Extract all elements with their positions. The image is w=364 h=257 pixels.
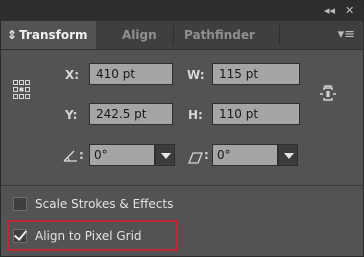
align-pixel-grid-checkbox[interactable] (13, 229, 27, 243)
scale-strokes-label: Scale Strokes & Effects (35, 197, 174, 211)
rotate-input[interactable]: 0° (89, 144, 155, 166)
tab-separator (279, 25, 280, 45)
panel-tab-bar: ⇕ Transform Align Pathfinder ▾≡ (1, 21, 363, 50)
tab-separator (173, 25, 174, 45)
shear-colon: : (204, 148, 209, 162)
rotate-dropdown[interactable]: 0° (89, 144, 175, 166)
scale-strokes-checkbox[interactable] (13, 197, 27, 211)
tab-align-label: Align (122, 28, 157, 42)
x-input[interactable]: 410 pt (89, 63, 173, 85)
close-panel-button[interactable]: ✕ (345, 3, 354, 19)
h-input[interactable]: 110 pt (212, 103, 300, 125)
reference-point-grid-icon[interactable] (13, 79, 31, 101)
w-label: W: (187, 68, 205, 82)
tab-align[interactable]: Align (122, 21, 157, 49)
y-label: Y: (65, 108, 78, 122)
align-pixel-grid-label: Align to Pixel Grid (35, 229, 142, 243)
tab-expand-icon: ⇕ (7, 28, 18, 42)
transform-panel: ◂◂ ✕ ⇕ Transform Align Pathfinder ▾≡ X: 4… (0, 0, 364, 257)
w-input[interactable]: 115 pt (212, 63, 300, 85)
rotate-colon: : (79, 148, 84, 162)
shear-input[interactable]: 0° (212, 144, 278, 166)
panel-menu-button[interactable]: ▾≡ (338, 27, 355, 42)
h-label: H: (188, 108, 203, 122)
shear-dropdown[interactable]: 0° (212, 144, 302, 166)
shear-dropdown-arrow[interactable] (278, 144, 298, 166)
tab-pathfinder-label: Pathfinder (184, 28, 255, 42)
collapse-panel-button[interactable]: ◂◂ (324, 3, 335, 19)
link-svg (320, 85, 336, 101)
rotate-dropdown-arrow[interactable] (155, 144, 175, 166)
section-divider (1, 185, 363, 186)
shear-icon (188, 149, 204, 164)
panel-titlebar: ◂◂ ✕ (1, 1, 363, 21)
reference-point-svg (13, 80, 30, 99)
x-label: X: (65, 68, 80, 82)
y-input[interactable]: 242.5 pt (89, 103, 173, 125)
rotate-angle-icon (63, 148, 79, 162)
align-pixel-grid-option[interactable]: Align to Pixel Grid (13, 225, 142, 247)
scale-strokes-option[interactable]: Scale Strokes & Effects (13, 193, 173, 215)
tab-transform-label: Transform (19, 28, 88, 42)
link-proportions-icon[interactable] (319, 85, 337, 103)
tab-transform[interactable]: ⇕ Transform (1, 21, 96, 49)
tab-pathfinder[interactable]: Pathfinder (184, 21, 255, 49)
